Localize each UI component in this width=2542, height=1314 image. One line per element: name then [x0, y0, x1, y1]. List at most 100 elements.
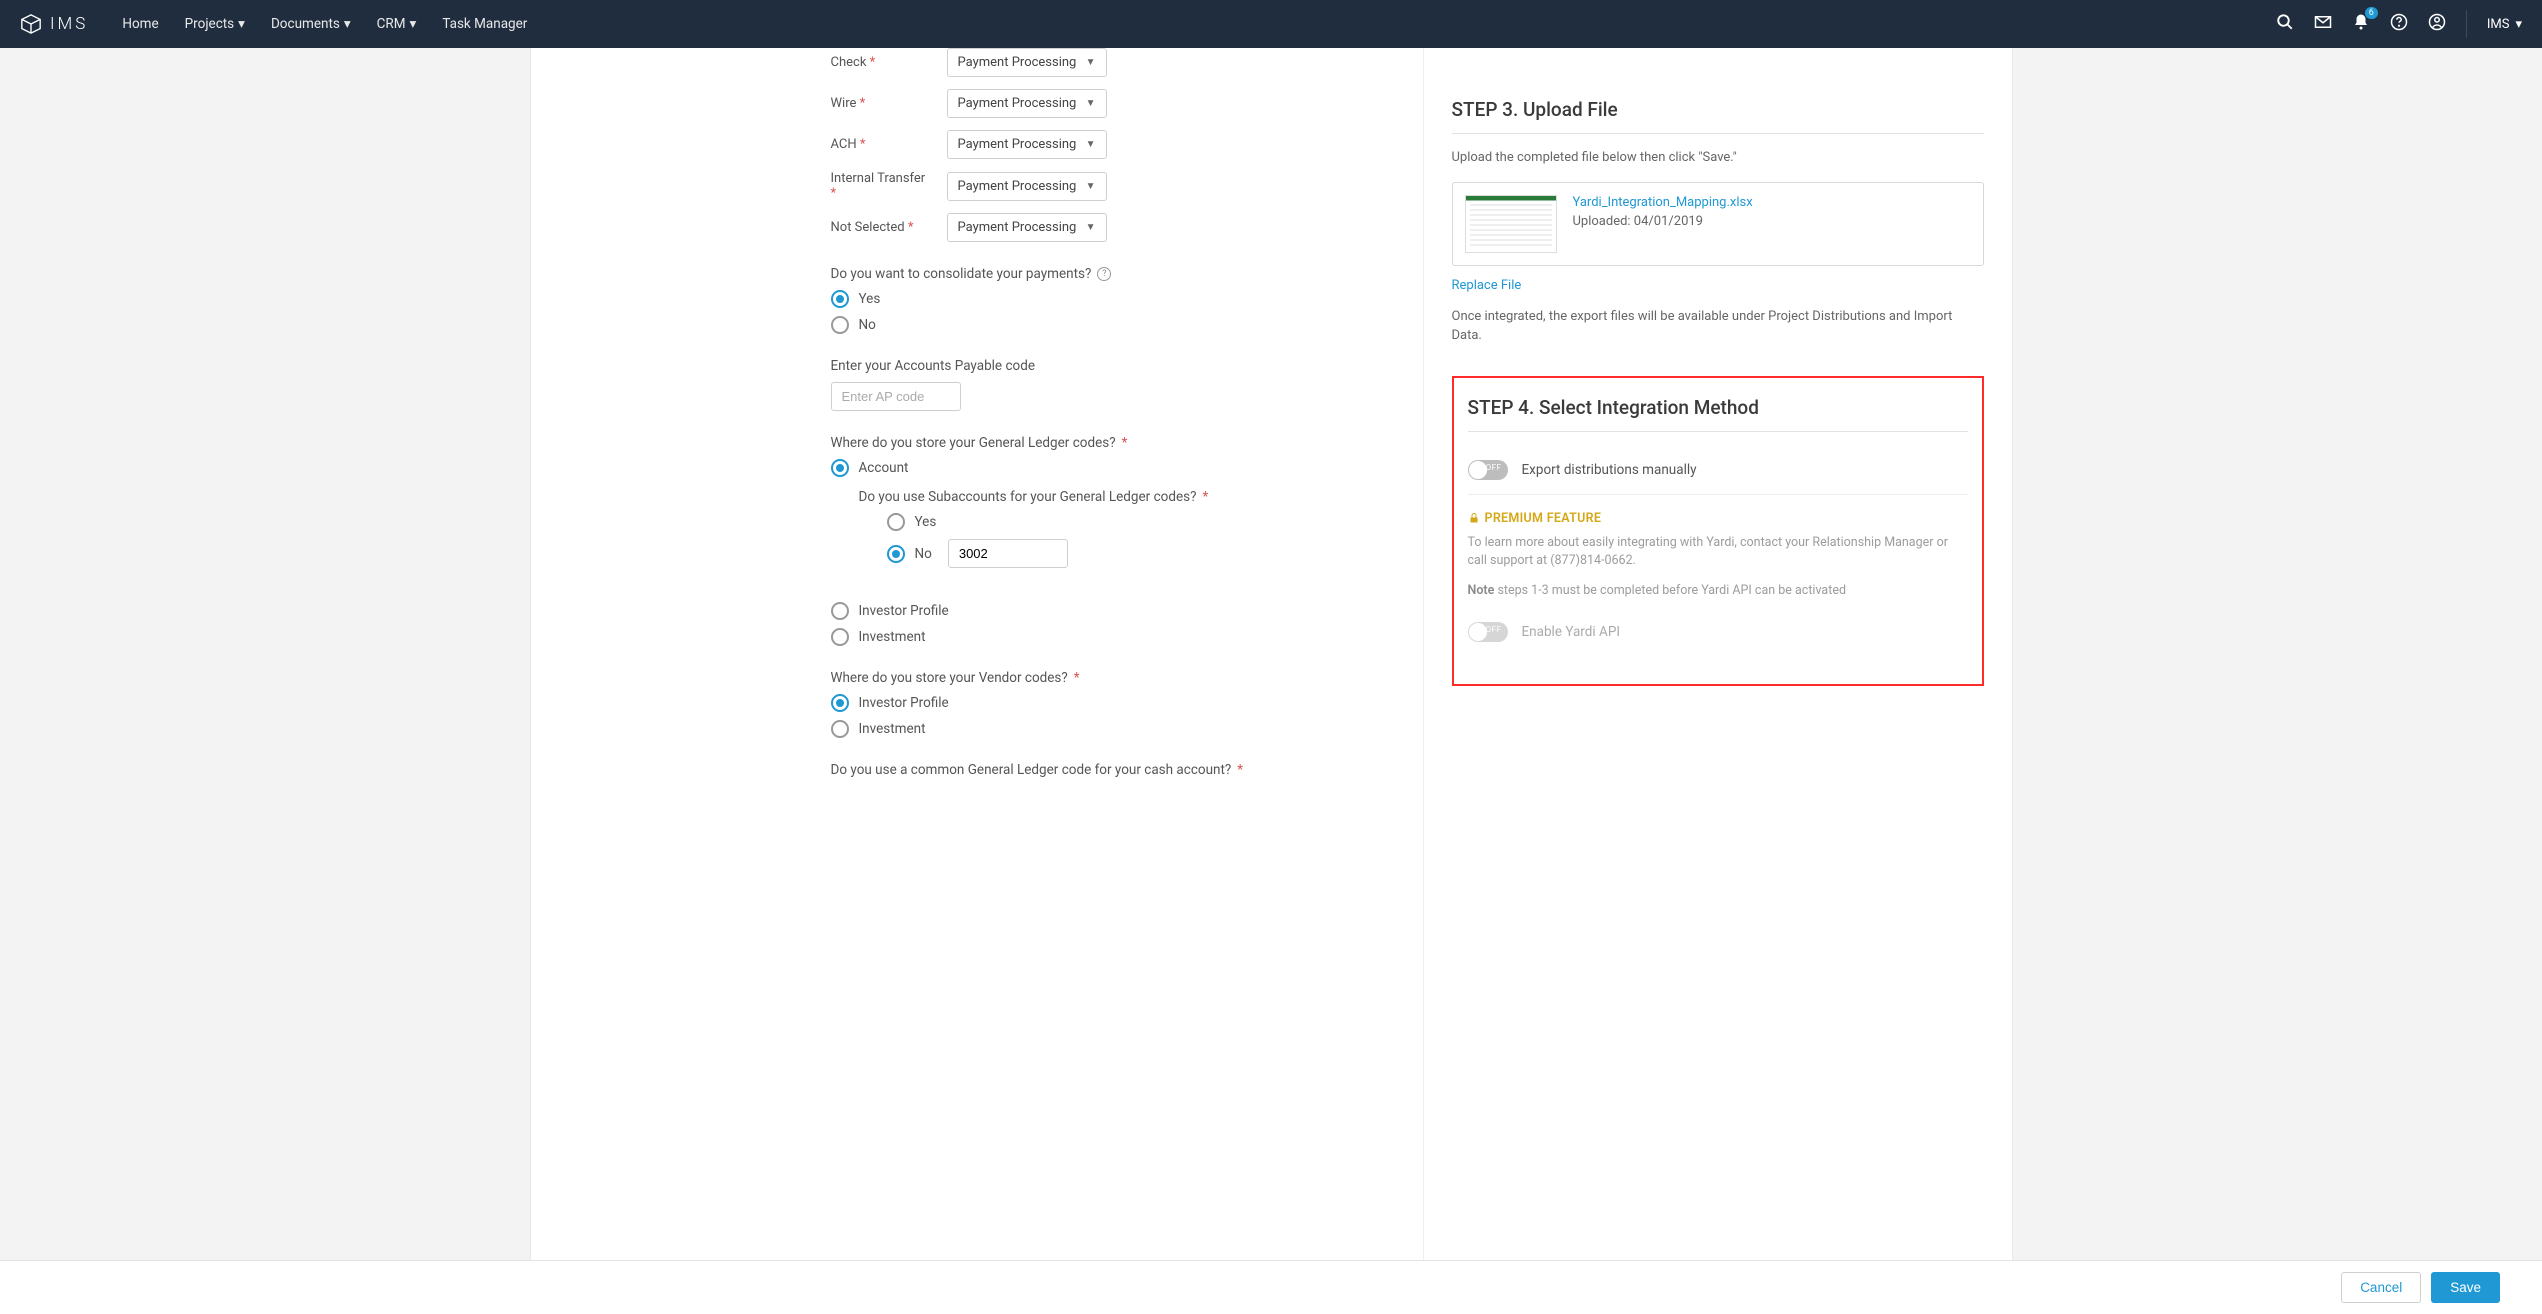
help-icon[interactable]	[2390, 13, 2408, 35]
radio-icon[interactable]	[831, 316, 849, 334]
nav-documents[interactable]: Documents▾	[271, 16, 351, 32]
caret-down-icon: ▼	[1086, 222, 1096, 233]
nav-crm[interactable]: CRM▾	[377, 16, 417, 32]
bell-icon[interactable]: 6	[2352, 13, 2370, 35]
chevron-down-icon: ▾	[344, 16, 351, 32]
field-label: Check *	[831, 55, 931, 70]
dropdown-check[interactable]: Payment Processing▼	[947, 48, 1107, 77]
nav-projects[interactable]: Projects▾	[185, 16, 245, 32]
cancel-button[interactable]: Cancel	[2341, 1272, 2421, 1303]
lock-icon	[1468, 512, 1480, 524]
topbar-left: IMS Home Projects▾ Documents▾ CRM▾ Task …	[20, 13, 527, 35]
radio-icon[interactable]	[831, 628, 849, 646]
right-column: STEP 3. Upload File Upload the completed…	[1424, 48, 2012, 1260]
page: Check * Payment Processing▼ Wire * Payme…	[0, 48, 2542, 1260]
field-label: Internal Transfer *	[831, 171, 931, 201]
replace-file-link[interactable]: Replace File	[1452, 278, 1984, 293]
mail-icon[interactable]	[2314, 13, 2332, 35]
user-menu[interactable]: IMS ▾	[2487, 17, 2522, 32]
file-thumbnail-icon	[1465, 195, 1557, 253]
save-button[interactable]: Save	[2431, 1272, 2500, 1303]
footer-bar: Cancel Save	[0, 1260, 2542, 1314]
field-label: ACH *	[831, 137, 931, 152]
toggle-switch[interactable]: OFF	[1468, 460, 1508, 480]
ap-code-input[interactable]	[831, 382, 961, 411]
chevron-down-icon: ▾	[2515, 17, 2522, 32]
field-wire: Wire * Payment Processing▼	[831, 89, 1363, 118]
field-label: Not Selected *	[831, 220, 931, 235]
nav-task-manager[interactable]: Task Manager	[442, 16, 527, 32]
gl-sub-no[interactable]: No	[887, 539, 1363, 568]
field-label: Wire *	[831, 96, 931, 111]
dropdown-not-selected[interactable]: Payment Processing▼	[947, 213, 1107, 242]
uploaded-file-box: Yardi_Integration_Mapping.xlsx Uploaded:…	[1452, 182, 1984, 266]
left-column: Check * Payment Processing▼ Wire * Payme…	[531, 48, 1424, 1260]
caret-down-icon: ▼	[1086, 57, 1096, 68]
toggle-state: OFF	[1486, 625, 1502, 634]
caret-down-icon: ▼	[1086, 139, 1096, 150]
logo-icon	[20, 13, 42, 35]
gl-investment[interactable]: Investment	[831, 628, 1363, 646]
radio-icon[interactable]	[831, 694, 849, 712]
caret-down-icon: ▼	[1086, 98, 1096, 109]
uploaded-date: Uploaded: 04/01/2019	[1573, 214, 1753, 229]
field-check: Check * Payment Processing▼	[831, 48, 1363, 77]
toggle-knob	[1469, 461, 1487, 479]
radio-icon[interactable]	[831, 720, 849, 738]
cash-question: Do you use a common General Ledger code …	[831, 762, 1363, 778]
gl-sub-yes[interactable]: Yes	[887, 513, 1363, 531]
field-not-selected: Not Selected * Payment Processing▼	[831, 213, 1363, 242]
radio-icon[interactable]	[887, 513, 905, 531]
consolidate-no[interactable]: No	[831, 316, 1363, 334]
toggle-label: Export distributions manually	[1522, 462, 1697, 478]
field-internal-transfer: Internal Transfer * Payment Processing▼	[831, 171, 1363, 201]
main-nav: Home Projects▾ Documents▾ CRM▾ Task Mana…	[122, 16, 527, 32]
vendor-question: Where do you store your Vendor codes? *	[831, 670, 1363, 686]
consolidate-question: Do you want to consolidate your payments…	[831, 266, 1363, 282]
toggle-label: Enable Yardi API	[1522, 624, 1621, 640]
step3-instruction: Upload the completed file below then cli…	[1452, 148, 1984, 168]
chevron-down-icon: ▾	[238, 16, 245, 32]
chevron-down-icon: ▾	[410, 16, 417, 32]
radio-icon[interactable]	[887, 545, 905, 563]
content: Check * Payment Processing▼ Wire * Payme…	[530, 48, 2013, 1260]
dropdown-internal-transfer[interactable]: Payment Processing▼	[947, 172, 1107, 201]
gl-sub-no-input[interactable]	[948, 539, 1068, 568]
step4-highlight: STEP 4. Select Integration Method OFF Ex…	[1452, 376, 1984, 687]
toggle-export-manual: OFF Export distributions manually	[1468, 446, 1968, 495]
top-navbar: IMS Home Projects▾ Documents▾ CRM▾ Task …	[0, 0, 2542, 48]
field-ach: ACH * Payment Processing▼	[831, 130, 1363, 159]
brand-logo[interactable]: IMS	[20, 13, 88, 35]
divider	[2466, 10, 2467, 38]
uploaded-file-link[interactable]: Yardi_Integration_Mapping.xlsx	[1573, 195, 1753, 210]
consolidate-yes[interactable]: Yes	[831, 290, 1363, 308]
step3-note: Once integrated, the export files will b…	[1452, 307, 1984, 346]
step4-title: STEP 4. Select Integration Method	[1468, 396, 1968, 432]
radio-icon[interactable]	[831, 459, 849, 477]
dropdown-ach[interactable]: Payment Processing▼	[947, 130, 1107, 159]
step3-title: STEP 3. Upload File	[1452, 98, 1984, 134]
toggle-enable-yardi: OFF Enable Yardi API	[1468, 608, 1968, 656]
help-tooltip-icon[interactable]: ?	[1097, 267, 1111, 281]
user-icon[interactable]	[2428, 13, 2446, 35]
radio-icon[interactable]	[831, 602, 849, 620]
vendor-investor-profile[interactable]: Investor Profile	[831, 694, 1363, 712]
nav-home[interactable]: Home	[122, 16, 158, 32]
notification-badge: 6	[2365, 7, 2378, 19]
gl-subaccount-question: Do you use Subaccounts for your General …	[859, 489, 1363, 505]
step3-block: STEP 3. Upload File Upload the completed…	[1452, 98, 1984, 346]
premium-description: To learn more about easily integrating w…	[1468, 534, 1968, 572]
gl-account[interactable]: Account	[831, 459, 1363, 477]
topbar-right: 6 IMS ▾	[2276, 10, 2522, 38]
search-icon[interactable]	[2276, 13, 2294, 35]
premium-feature-label: PREMIUM FEATURE	[1468, 511, 1968, 526]
radio-icon[interactable]	[831, 290, 849, 308]
vendor-investment[interactable]: Investment	[831, 720, 1363, 738]
step4-note: Note steps 1-3 must be completed before …	[1468, 583, 1968, 598]
gl-investor-profile[interactable]: Investor Profile	[831, 602, 1363, 620]
ap-label: Enter your Accounts Payable code	[831, 358, 1363, 374]
dropdown-wire[interactable]: Payment Processing▼	[947, 89, 1107, 118]
toggle-knob	[1469, 623, 1487, 641]
toggle-switch-disabled: OFF	[1468, 622, 1508, 642]
toggle-state: OFF	[1486, 463, 1502, 472]
